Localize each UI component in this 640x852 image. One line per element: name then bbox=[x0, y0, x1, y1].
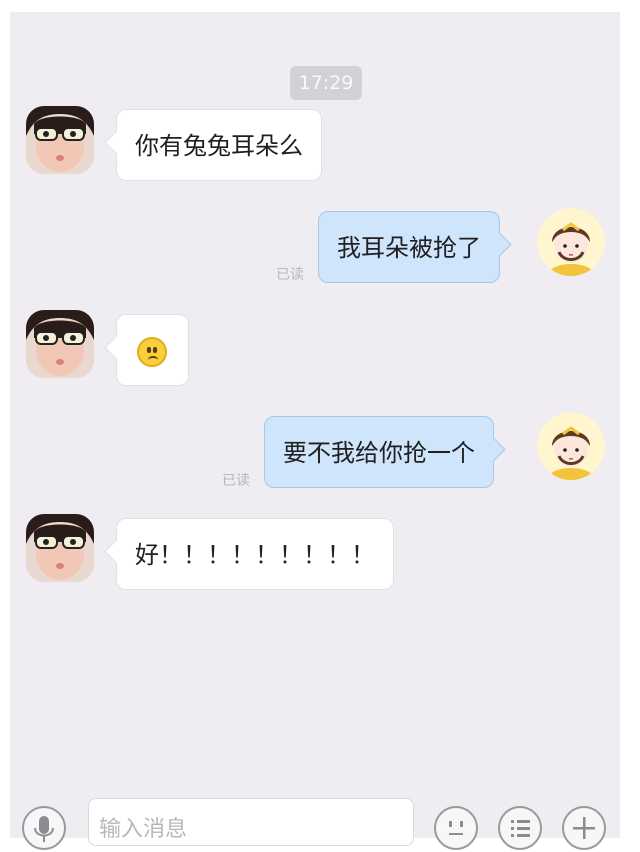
message-bubble-outgoing[interactable]: 要不我给你抢一个 bbox=[264, 416, 506, 488]
frown-emoji-icon bbox=[137, 337, 167, 367]
voice-button[interactable] bbox=[22, 806, 66, 850]
message-bubble-incoming[interactable]: 好！！！！！！！！！ bbox=[104, 518, 394, 590]
child-sunglasses-avatar-icon bbox=[26, 310, 94, 378]
contact-avatar[interactable] bbox=[26, 310, 94, 378]
menu-button[interactable] bbox=[498, 806, 542, 850]
my-avatar[interactable] bbox=[537, 208, 605, 276]
read-status: 已读 bbox=[276, 267, 304, 283]
cartoon-rider-avatar-icon bbox=[537, 208, 605, 276]
smiley-face-icon bbox=[449, 821, 463, 835]
bubble-tail bbox=[487, 232, 512, 257]
bubble-tail bbox=[104, 539, 129, 564]
message-text: 我耳朵被抢了 bbox=[337, 234, 481, 262]
plus-icon bbox=[573, 817, 595, 839]
message-input-bar: 输入消息 bbox=[0, 798, 640, 850]
list-icon bbox=[511, 820, 530, 837]
add-button[interactable] bbox=[562, 806, 606, 850]
cartoon-rider-avatar-icon bbox=[537, 412, 605, 480]
timestamp-badge: 17:29 bbox=[290, 66, 362, 100]
message-input[interactable]: 输入消息 bbox=[88, 798, 414, 846]
message-bubble-incoming[interactable]: 你有兔兔耳朵么 bbox=[104, 109, 322, 181]
message-text: 要不我给你抢一个 bbox=[283, 439, 475, 467]
bubble-tail bbox=[481, 437, 506, 462]
message-text: 你有兔兔耳朵么 bbox=[135, 132, 303, 160]
contact-avatar[interactable] bbox=[26, 106, 94, 174]
bubble-tail bbox=[104, 335, 129, 360]
message-bubble-incoming[interactable] bbox=[104, 314, 189, 386]
microphone-icon bbox=[34, 816, 54, 842]
child-sunglasses-avatar-icon bbox=[26, 514, 94, 582]
read-status: 已读 bbox=[222, 473, 250, 489]
chat-area: 17:29 你有兔兔耳朵么 已读 我耳朵被抢了 已读 要不我给你抢一个 好！！！… bbox=[10, 12, 620, 838]
my-avatar[interactable] bbox=[537, 412, 605, 480]
contact-avatar[interactable] bbox=[26, 514, 94, 582]
emoji-button[interactable] bbox=[434, 806, 478, 850]
message-text: 好！！！！！！！！！ bbox=[135, 541, 375, 569]
child-sunglasses-avatar-icon bbox=[26, 106, 94, 174]
bubble-tail bbox=[104, 130, 129, 155]
message-bubble-outgoing[interactable]: 我耳朵被抢了 bbox=[318, 211, 512, 283]
